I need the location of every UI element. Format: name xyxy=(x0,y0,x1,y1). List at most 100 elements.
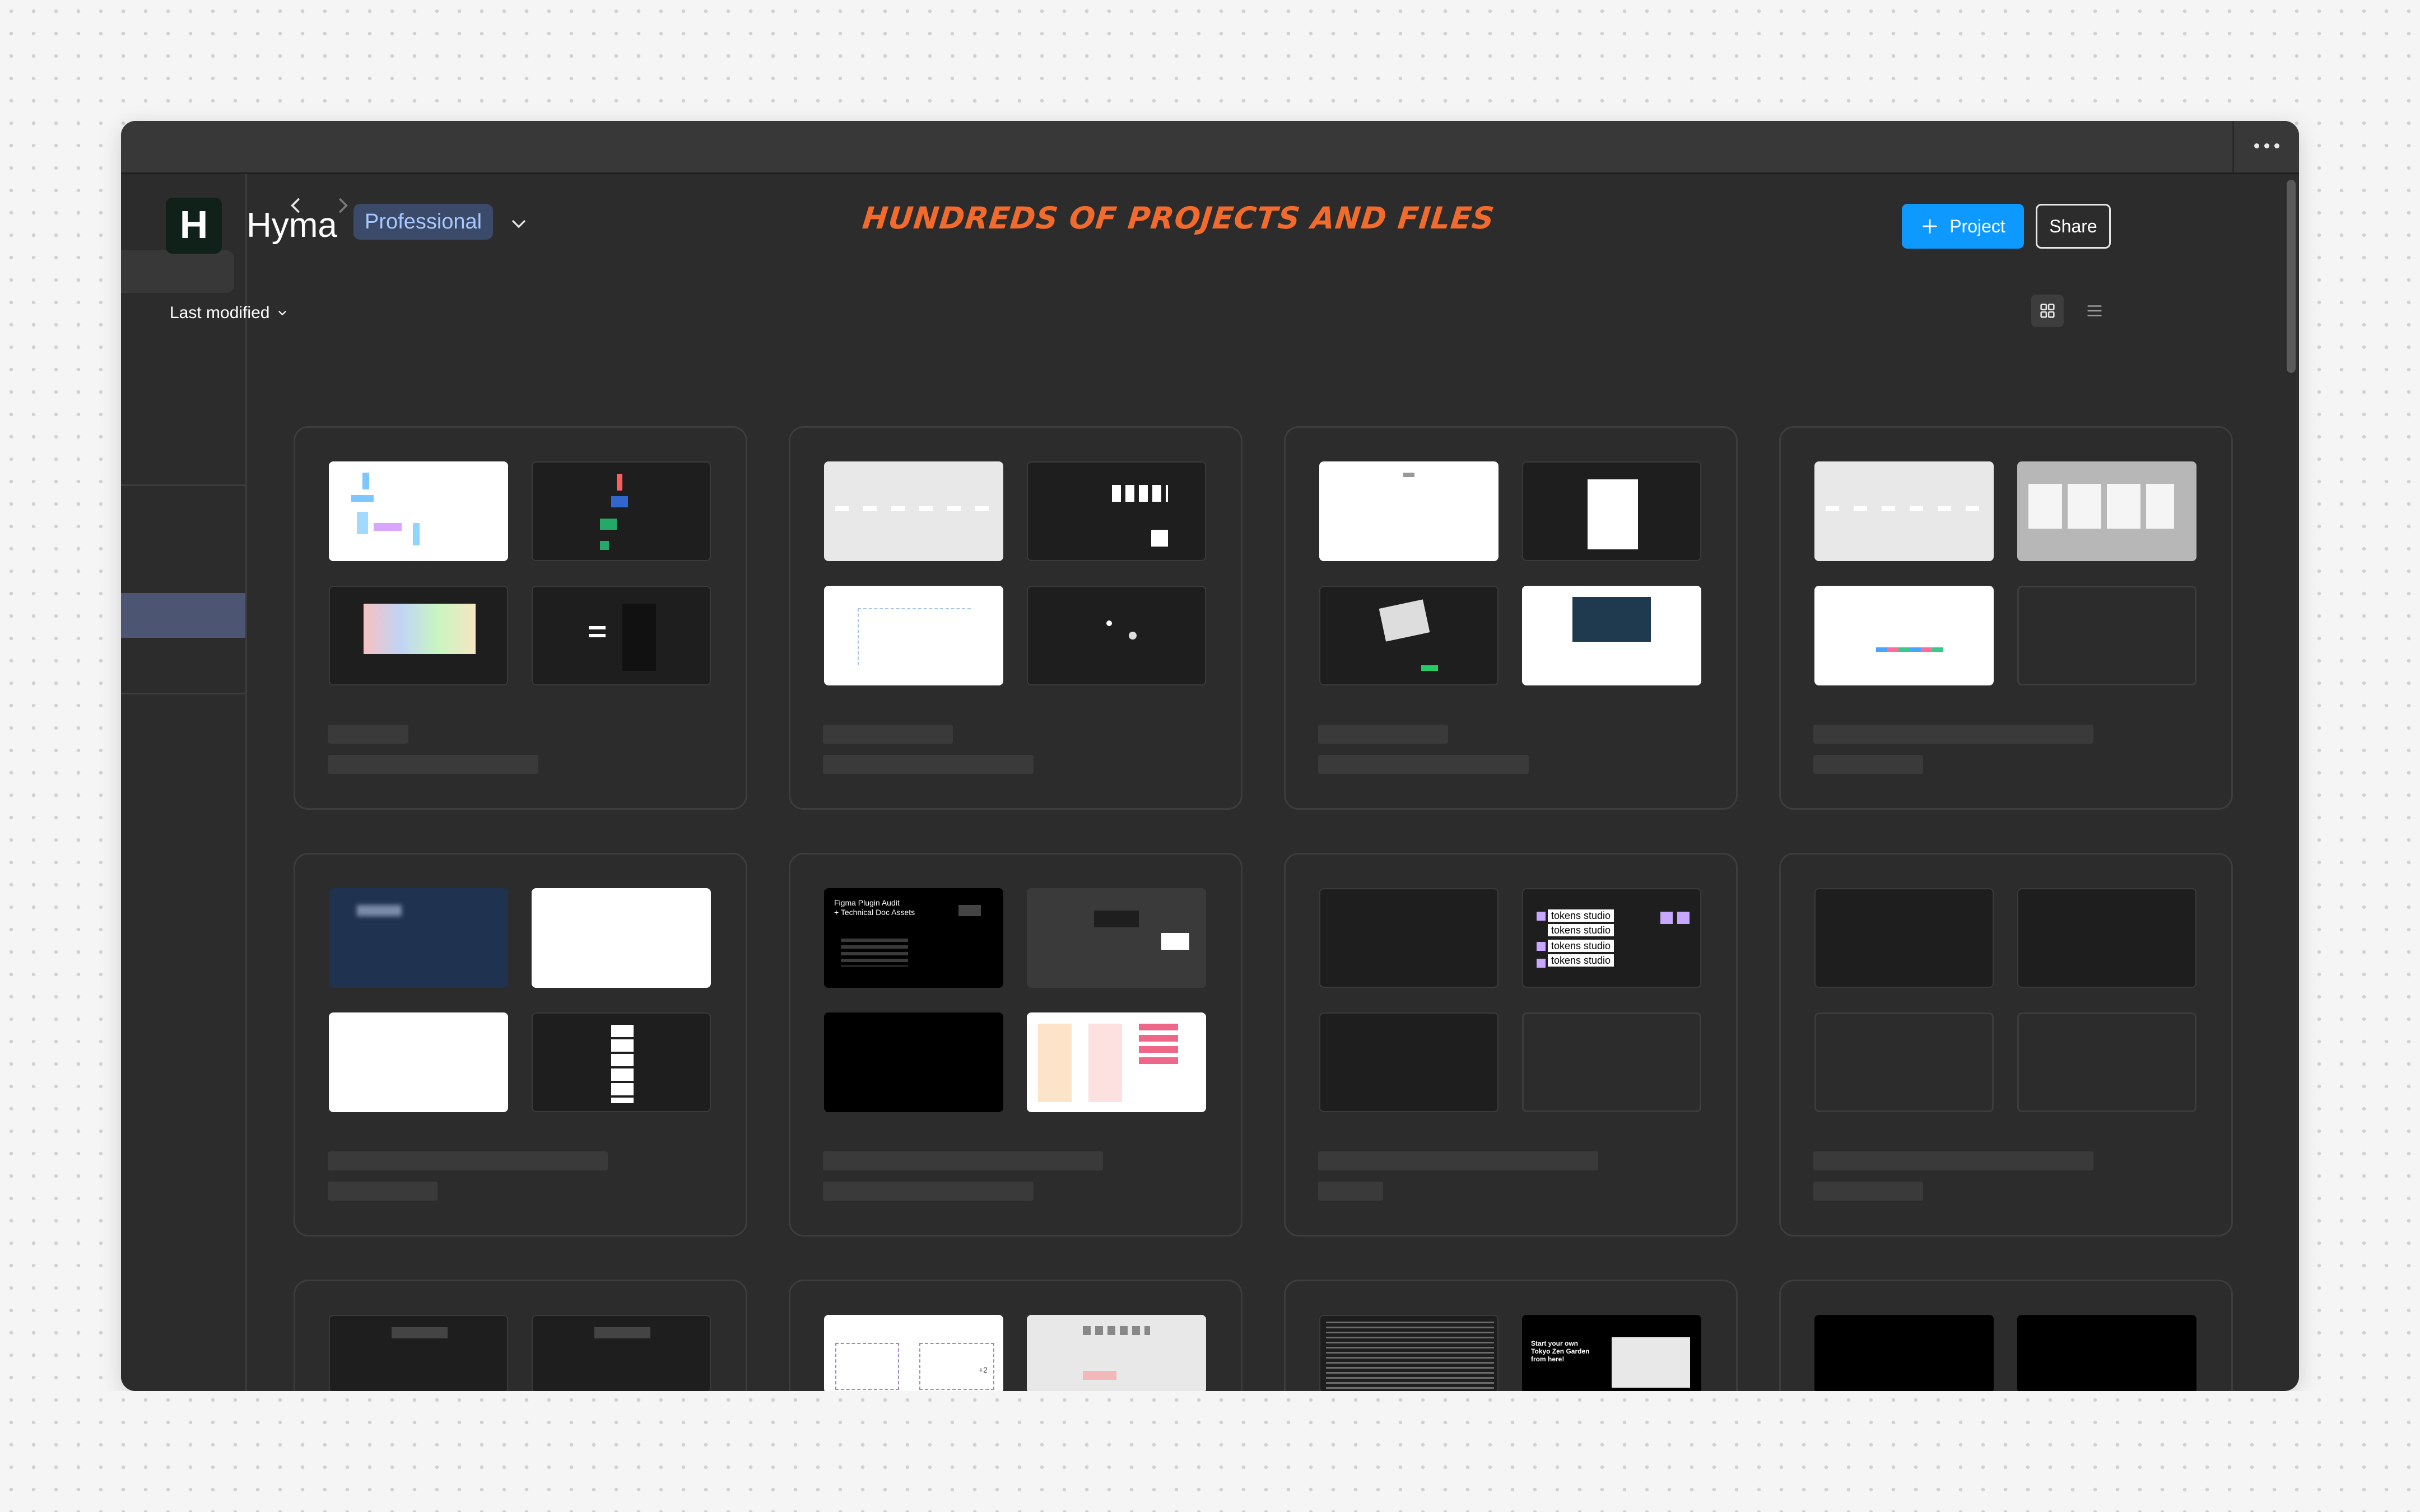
file-thumbnail[interactable] xyxy=(329,888,508,988)
title-bar xyxy=(121,121,2299,174)
project-card[interactable] xyxy=(1779,853,2233,1236)
tokens-label: tokens studio xyxy=(1548,909,1614,922)
file-thumbnail-empty[interactable] xyxy=(2017,1012,2196,1112)
file-thumbnail[interactable] xyxy=(824,1012,1003,1112)
file-thumbnail[interactable] xyxy=(1027,888,1206,988)
project-title-placeholder xyxy=(328,1151,608,1170)
project-card[interactable]: +2 xyxy=(789,1280,1242,1393)
project-meta-placeholder xyxy=(823,1182,1034,1201)
file-thumbnail[interactable] xyxy=(1027,461,1206,561)
project-title-placeholder xyxy=(328,725,408,744)
file-thumbnail[interactable] xyxy=(2017,461,2196,561)
project-meta-placeholder xyxy=(328,755,538,774)
project-meta-placeholder xyxy=(1318,755,1529,774)
project-meta-placeholder xyxy=(823,755,1034,774)
file-thumbnail[interactable] xyxy=(1027,1315,1206,1393)
more-options-icon[interactable] xyxy=(2251,132,2282,159)
file-thumbnail[interactable] xyxy=(1522,586,1701,685)
tokens-label: tokens studio xyxy=(1548,924,1614,936)
file-thumbnail-empty[interactable] xyxy=(1522,1012,1701,1112)
project-meta-placeholder xyxy=(1813,755,1923,774)
sidebar-item-active[interactable] xyxy=(121,593,245,638)
list-view-icon[interactable] xyxy=(2078,295,2111,327)
file-thumbnail[interactable] xyxy=(532,1012,711,1112)
file-thumbnail[interactable] xyxy=(1814,586,1994,685)
tokens-label: tokens studio xyxy=(1548,954,1614,967)
project-card[interactable] xyxy=(1779,426,2233,810)
plan-badge: Professional xyxy=(353,204,494,240)
file-thumbnail[interactable] xyxy=(1027,1012,1206,1112)
file-thumbnail[interactable] xyxy=(329,461,508,561)
file-thumbnail[interactable] xyxy=(2017,1315,2196,1393)
project-title-placeholder xyxy=(1813,1151,2093,1170)
share-button[interactable]: Share xyxy=(2036,204,2111,249)
file-thumbnail[interactable] xyxy=(532,888,711,988)
file-thumbnail-empty[interactable] xyxy=(2017,586,2196,685)
project-card[interactable]: Figma Plugin Audit + Technical Doc Asset… xyxy=(789,853,1242,1236)
file-thumbnail[interactable]: Figma Plugin Audit + Technical Doc Asset… xyxy=(824,888,1003,988)
project-title-placeholder xyxy=(1318,1151,1598,1170)
project-card[interactable]: tokens studio tokens studio tokens studi… xyxy=(1284,853,1738,1236)
file-thumbnail[interactable] xyxy=(1814,461,1994,561)
file-thumbnail[interactable]: Start your own Tokyo Zen Garden from her… xyxy=(1522,1315,1701,1393)
new-project-label: Project xyxy=(1949,216,2005,236)
file-thumbnail[interactable] xyxy=(329,1012,508,1112)
file-thumbnail[interactable] xyxy=(1319,461,1498,561)
project-card[interactable] xyxy=(294,426,747,810)
project-meta-placeholder xyxy=(328,1182,438,1201)
project-meta-placeholder xyxy=(1813,1182,1923,1201)
file-thumbnail[interactable] xyxy=(1319,1315,1498,1393)
sidebar xyxy=(121,174,247,1391)
scrollbar-thumb[interactable] xyxy=(2287,180,2296,373)
chevron-down-icon[interactable] xyxy=(508,213,530,235)
team-logo-letter: H xyxy=(180,203,208,246)
project-card[interactable] xyxy=(1284,426,1738,810)
file-thumbnail[interactable] xyxy=(2017,888,2196,988)
team-name: Hyma xyxy=(246,206,337,245)
file-thumbnail[interactable] xyxy=(1814,888,1994,988)
file-thumbnail[interactable] xyxy=(532,586,711,685)
grid-view-icon[interactable] xyxy=(2031,295,2064,327)
file-thumbnail[interactable]: tokens studio tokens studio tokens studi… xyxy=(1522,888,1701,988)
sort-label: Last modified xyxy=(170,304,270,322)
project-title-placeholder xyxy=(823,725,953,744)
file-thumbnail[interactable] xyxy=(1319,1012,1498,1112)
project-title-placeholder xyxy=(1813,725,2093,744)
project-card[interactable] xyxy=(789,426,1242,810)
new-project-button[interactable]: Project xyxy=(1902,204,2024,249)
file-thumbnail[interactable] xyxy=(329,1315,508,1393)
file-thumbnail[interactable] xyxy=(532,461,711,561)
avatar-overflow-count: +2 xyxy=(979,1365,988,1374)
file-thumbnail[interactable] xyxy=(824,461,1003,561)
project-meta-placeholder xyxy=(1318,1182,1383,1201)
sidebar-search[interactable] xyxy=(121,250,234,293)
project-title-placeholder xyxy=(823,1151,1103,1170)
file-thumbnail[interactable] xyxy=(1814,1315,1994,1393)
annotation-text: HUNDREDS OF PROJECTS AND FILES xyxy=(860,200,1496,236)
file-thumbnail[interactable] xyxy=(1319,888,1498,988)
file-thumbnail[interactable] xyxy=(824,586,1003,685)
file-thumbnail[interactable] xyxy=(329,586,508,685)
file-thumbnail[interactable] xyxy=(1027,586,1206,685)
team-logo: H xyxy=(166,198,222,254)
tokens-label: tokens studio xyxy=(1548,940,1614,952)
project-card[interactable] xyxy=(1779,1280,2233,1393)
page-background xyxy=(0,1391,2420,1512)
file-thumbnail[interactable] xyxy=(1522,461,1701,561)
file-thumbnail-empty[interactable] xyxy=(1814,1012,1994,1112)
file-thumbnail[interactable] xyxy=(1319,586,1498,685)
project-card[interactable] xyxy=(294,1280,747,1393)
plus-icon xyxy=(1923,219,1937,234)
sort-dropdown[interactable]: Last modified xyxy=(170,304,288,323)
file-thumbnail-title: Figma Plugin Audit + Technical Doc Asset… xyxy=(834,898,915,917)
file-thumbnail-title: Start your own Tokyo Zen Garden from her… xyxy=(1531,1340,1590,1363)
title-bar-divider xyxy=(2232,121,2234,172)
sidebar-divider xyxy=(121,484,245,486)
project-card[interactable]: Start your own Tokyo Zen Garden from her… xyxy=(1284,1280,1738,1393)
sidebar-divider xyxy=(121,693,245,694)
file-thumbnail[interactable] xyxy=(532,1315,711,1393)
project-card[interactable] xyxy=(294,853,747,1236)
project-title-placeholder xyxy=(1318,725,1448,744)
file-thumbnail[interactable]: +2 xyxy=(824,1315,1003,1393)
scrollbar[interactable] xyxy=(2282,174,2299,1391)
